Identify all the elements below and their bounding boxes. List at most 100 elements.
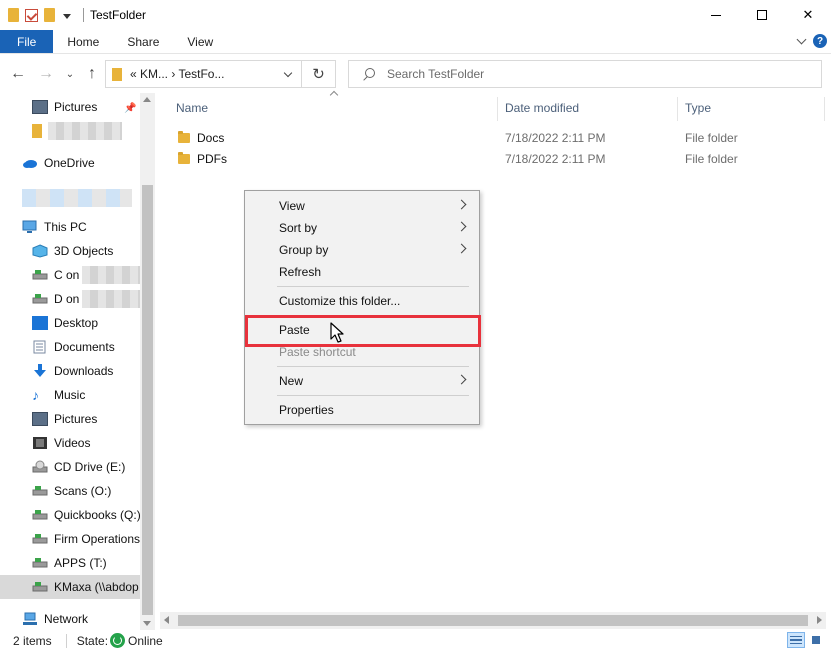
new-folder-icon[interactable] xyxy=(44,8,55,22)
column-divider[interactable] xyxy=(677,97,678,121)
file-type: File folder xyxy=(685,151,738,166)
submenu-arrow-icon xyxy=(456,243,467,254)
maximize-button[interactable] xyxy=(739,0,785,30)
column-divider[interactable] xyxy=(497,97,498,121)
recent-locations-dropdown[interactable]: ⌄ xyxy=(60,64,80,84)
scroll-thumb[interactable] xyxy=(142,185,153,615)
nav-item-blurred-user[interactable] xyxy=(0,186,140,210)
menu-item-properties[interactable]: Properties xyxy=(247,399,477,421)
menu-item-customize-folder[interactable]: Customize this folder... xyxy=(247,290,477,312)
nav-item-videos[interactable]: Videos xyxy=(0,431,140,455)
nav-item-pictures[interactable]: Pictures xyxy=(0,407,140,431)
ribbon-tabs: File Home Share View ? xyxy=(0,30,831,54)
network-drive-icon xyxy=(32,580,48,594)
downloads-icon xyxy=(32,364,48,378)
network-icon xyxy=(22,612,38,626)
tab-home[interactable]: Home xyxy=(53,30,113,53)
context-menu: View Sort by Group by Refresh Customize … xyxy=(244,190,481,425)
nav-item-downloads[interactable]: Downloads xyxy=(0,359,140,383)
nav-item-network[interactable]: Network xyxy=(0,607,140,630)
navigation-pane: Pictures 📌 OneDrive This PC 3D Objects C… xyxy=(0,93,155,630)
properties-icon[interactable] xyxy=(25,8,38,22)
address-history-dropdown[interactable] xyxy=(283,68,293,78)
menu-item-sort-by[interactable]: Sort by xyxy=(247,217,477,239)
window-title: TestFolder xyxy=(90,8,147,22)
item-count: 2 items xyxy=(13,633,52,648)
network-drive-icon xyxy=(32,508,48,522)
folder-icon xyxy=(178,151,190,164)
toolbar-divider xyxy=(83,8,84,22)
minimize-icon xyxy=(711,14,721,16)
paste-highlight-box xyxy=(245,315,481,347)
nav-item-c-on[interactable]: C on xyxy=(0,263,140,287)
scroll-thumb[interactable] xyxy=(178,615,808,626)
3d-objects-icon xyxy=(32,244,48,258)
tab-file[interactable]: File xyxy=(0,30,54,53)
scroll-up-arrow[interactable] xyxy=(143,97,151,102)
column-header-date-modified[interactable]: Date modified xyxy=(505,93,579,123)
window-controls: ✕ xyxy=(693,0,831,30)
nav-item-quickbooks[interactable]: Quickbooks (Q:) xyxy=(0,503,140,527)
help-icon[interactable]: ? xyxy=(813,34,827,48)
nav-item-firm-operations[interactable]: Firm Operations xyxy=(0,527,140,551)
close-button[interactable]: ✕ xyxy=(785,0,831,30)
folder-icon[interactable] xyxy=(8,8,19,22)
tab-share[interactable]: Share xyxy=(113,30,173,53)
menu-divider xyxy=(277,395,469,396)
minimize-button[interactable] xyxy=(693,0,739,30)
file-row[interactable]: Docs 7/18/2022 2:11 PM File folder xyxy=(160,127,826,148)
nav-item-this-pc[interactable]: This PC xyxy=(0,215,140,239)
pin-icon[interactable]: 📌 xyxy=(124,103,136,114)
tab-view[interactable]: View xyxy=(173,30,227,53)
column-header-name[interactable]: Name xyxy=(176,93,208,123)
nav-item-music[interactable]: ♪ Music xyxy=(0,383,140,407)
customize-toolbar-dropdown[interactable] xyxy=(63,13,71,19)
address-bar[interactable]: « KM... › TestFo... xyxy=(105,60,302,88)
nav-item-d-on[interactable]: D on xyxy=(0,287,140,311)
file-list-vertical-scrollbar[interactable] xyxy=(826,93,831,612)
scroll-right-arrow[interactable] xyxy=(817,616,822,624)
address-path[interactable]: « KM... › TestFo... xyxy=(130,67,224,81)
scroll-left-arrow[interactable] xyxy=(164,616,169,624)
menu-item-refresh[interactable]: Refresh xyxy=(247,261,477,283)
refresh-button[interactable]: ↻ xyxy=(302,60,336,88)
nav-item-onedrive[interactable]: OneDrive xyxy=(0,151,140,175)
up-button[interactable]: ↑ xyxy=(82,64,102,84)
column-divider[interactable] xyxy=(824,97,825,121)
menu-item-view[interactable]: View xyxy=(247,195,477,217)
details-view-button[interactable] xyxy=(787,632,805,648)
column-header-type[interactable]: Type xyxy=(685,93,711,123)
address-row: ← → ⌄ ↑ « KM... › TestFo... ↻ Search Tes… xyxy=(0,55,831,93)
nav-item-3d-objects[interactable]: 3D Objects xyxy=(0,239,140,263)
blurred-label xyxy=(48,122,122,140)
scroll-down-arrow[interactable] xyxy=(143,621,151,626)
nav-pane-scrollbar[interactable] xyxy=(140,93,155,630)
nav-item-kmaxa[interactable]: KMaxa (\\abdop xyxy=(0,575,140,599)
large-icons-view-button[interactable] xyxy=(809,632,827,648)
nav-item-documents[interactable]: Documents xyxy=(0,335,140,359)
menu-item-new[interactable]: New xyxy=(247,370,477,392)
file-list-horizontal-scrollbar[interactable] xyxy=(160,612,826,629)
forward-button[interactable]: → xyxy=(36,64,56,84)
title-bar: TestFolder ✕ xyxy=(0,0,831,30)
nav-item-desktop[interactable]: Desktop xyxy=(0,311,140,335)
nav-item-pictures-quick[interactable]: Pictures 📌 xyxy=(0,95,140,119)
menu-item-group-by[interactable]: Group by xyxy=(247,239,477,261)
quick-access-toolbar xyxy=(0,8,84,22)
nav-item-apps[interactable]: APPS (T:) xyxy=(0,551,140,575)
nav-item-blurred-folder[interactable] xyxy=(0,119,140,143)
expand-ribbon-icon[interactable] xyxy=(796,34,807,45)
close-icon: ✕ xyxy=(802,7,814,22)
sort-ascending-icon xyxy=(329,90,339,100)
blurred-label xyxy=(82,266,140,284)
folder-icon xyxy=(32,124,42,138)
computer-icon xyxy=(22,220,38,234)
onedrive-icon xyxy=(22,156,38,170)
menu-divider xyxy=(277,366,469,367)
file-row[interactable]: PDFs 7/18/2022 2:11 PM File folder xyxy=(160,148,826,169)
nav-item-scans[interactable]: Scans (O:) xyxy=(0,479,140,503)
search-box[interactable]: Search TestFolder xyxy=(348,60,822,88)
pictures-icon xyxy=(32,412,48,426)
nav-item-cd-drive[interactable]: CD Drive (E:) xyxy=(0,455,140,479)
back-button[interactable]: ← xyxy=(8,64,28,84)
